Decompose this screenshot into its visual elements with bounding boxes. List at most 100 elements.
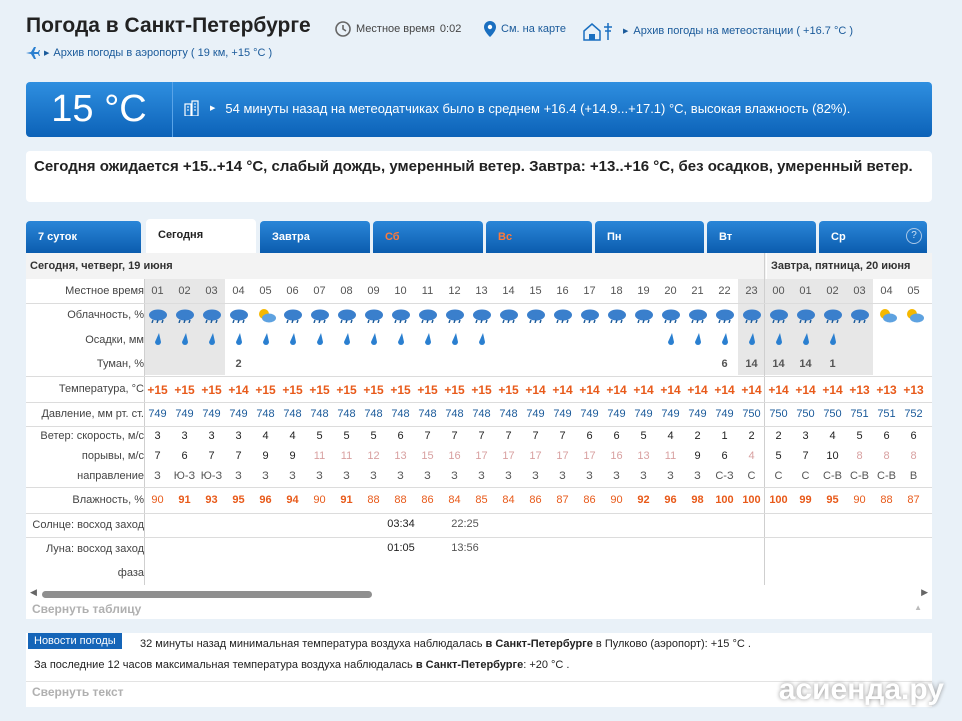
- help-icon[interactable]: ?: [906, 228, 922, 244]
- local-time: Местное время 0:02: [335, 21, 461, 37]
- humidity-cell: 88: [367, 493, 380, 506]
- time-cell: 11: [421, 284, 434, 297]
- humidity-cell: 90: [313, 493, 326, 506]
- raindrop-icon: [792, 333, 819, 348]
- temp-cell: +15: [417, 382, 438, 397]
- humidity-cell: 95: [232, 493, 245, 506]
- time-cell: 02: [826, 284, 839, 297]
- time-cell: 08: [340, 284, 353, 297]
- scrollbar-thumb[interactable]: [42, 591, 372, 598]
- pressure-cell: 748: [472, 407, 491, 420]
- humidity-cell: 96: [664, 493, 677, 506]
- humidity-cell: 100: [769, 493, 788, 506]
- rain-cloud-icon: [144, 307, 171, 326]
- tab-4[interactable]: Вс: [486, 221, 592, 253]
- row-label-sun: Солнце: восход заход: [32, 518, 144, 531]
- current-message-text: 54 минуты назад на метеодатчиках было в …: [225, 100, 851, 116]
- wind_speed-cell: 7: [505, 429, 512, 442]
- tab-6[interactable]: Вт: [707, 221, 816, 253]
- direction-cell: С-З: [715, 470, 734, 482]
- table-scrollbar[interactable]: ◀ ▶: [30, 587, 928, 600]
- wind_speed-cell: 3: [181, 429, 188, 442]
- humidity-cell: 92: [637, 493, 650, 506]
- rain-cloud-icon: [711, 307, 738, 326]
- pressure-cell: 749: [229, 407, 248, 420]
- tab-2[interactable]: Завтра: [260, 221, 370, 253]
- map-link[interactable]: См. на карте: [484, 21, 566, 37]
- wind_speed-cell: 1: [721, 429, 728, 442]
- sun-cloud-icon: [873, 307, 900, 326]
- wind_speed-cell: 6: [613, 429, 620, 442]
- pressure-cell: 750: [823, 407, 842, 420]
- time-cell: 04: [880, 284, 893, 297]
- time-cell: 17: [583, 284, 596, 297]
- fog-cell: 14: [745, 357, 758, 370]
- direction-cell: З: [424, 470, 431, 482]
- raindrop-icon: [252, 333, 279, 348]
- raindrop-icon: [279, 333, 306, 348]
- direction-cell: З: [613, 470, 620, 482]
- collapse-text-button[interactable]: Свернуть текст: [32, 685, 124, 699]
- rain-cloud-icon: [603, 307, 630, 326]
- station-archive-link[interactable]: ▶ Архив погоды на метеостанции ( +16.7 °…: [582, 21, 853, 41]
- time-cell: 05: [259, 284, 272, 297]
- humidity-cell: 84: [502, 493, 515, 506]
- time-cell: 20: [664, 284, 677, 297]
- gusts-cell: 9: [694, 449, 701, 462]
- tab-5[interactable]: Пн: [595, 221, 704, 253]
- temp-cell: +13: [849, 382, 870, 397]
- temp-cell: +15: [309, 382, 330, 397]
- news-badge[interactable]: Новости погоды: [28, 633, 122, 649]
- rain-cloud-icon: [792, 307, 819, 326]
- tab-1[interactable]: Сегодня: [146, 219, 256, 253]
- gusts-cell: 17: [556, 449, 569, 462]
- row-label-moon: Луна: восход заход: [45, 542, 144, 555]
- humidity-cell: 90: [151, 493, 164, 506]
- pressure-cell: 750: [742, 407, 761, 420]
- gusts-cell: 16: [610, 449, 623, 462]
- raindrop-icon: [711, 333, 738, 348]
- direction-cell: З: [478, 470, 485, 482]
- wind_speed-cell: 5: [343, 429, 350, 442]
- temp-cell: +15: [255, 382, 276, 397]
- time-cell: 02: [178, 284, 191, 297]
- rain-cloud-icon: [522, 307, 549, 326]
- tab-3[interactable]: Сб: [373, 221, 483, 253]
- station-archive-text[interactable]: Архив погоды на метеостанции ( +16.7 °С …: [633, 25, 853, 37]
- row-label-phase: фаза: [117, 566, 144, 579]
- time-cell: 22: [718, 284, 731, 297]
- collapse-table-button[interactable]: Свернуть таблицу: [32, 602, 141, 616]
- airport-archive-link[interactable]: ▶ Архив погоды в аэропорту ( 19 км, +15 …: [26, 47, 272, 59]
- raindrop-icon: [144, 333, 171, 348]
- tab-0[interactable]: 7 суток: [26, 221, 141, 253]
- gusts-cell: 12: [367, 449, 380, 462]
- rain-cloud-icon: [576, 307, 603, 326]
- wind_speed-cell: 5: [856, 429, 863, 442]
- temp-cell: +15: [282, 382, 303, 397]
- airport-archive-text[interactable]: Архив погоды в аэропорту ( 19 км, +15 °С…: [53, 47, 272, 59]
- gusts-cell: 8: [883, 449, 890, 462]
- pressure-cell: 749: [175, 407, 194, 420]
- humidity-cell: 90: [610, 493, 623, 506]
- row-label-time: Местное время: [65, 284, 144, 297]
- time-cell: 23: [745, 284, 758, 297]
- wind_speed-cell: 7: [451, 429, 458, 442]
- rain-cloud-icon: [684, 307, 711, 326]
- news-line-2: За последние 12 часов максимальная темпе…: [34, 659, 570, 671]
- wind_speed-cell: 2: [775, 429, 782, 442]
- row-label-humidity: Влажность, %: [72, 493, 144, 506]
- rain-cloud-icon: [468, 307, 495, 326]
- raindrop-icon: [333, 333, 360, 348]
- pressure-cell: 748: [391, 407, 410, 420]
- humidity-cell: 95: [826, 493, 839, 506]
- raindrop-icon: [387, 333, 414, 348]
- pressure-cell: 748: [283, 407, 302, 420]
- gusts-cell: 11: [664, 449, 677, 462]
- rain-cloud-icon: [279, 307, 306, 326]
- row-label-gusts: порывы, м/с: [81, 449, 144, 462]
- map-link-text[interactable]: См. на карте: [501, 23, 566, 35]
- time-cell: 03: [205, 284, 218, 297]
- time-cell: 12: [448, 284, 461, 297]
- time-cell: 09: [367, 284, 380, 297]
- wind_speed-cell: 7: [478, 429, 485, 442]
